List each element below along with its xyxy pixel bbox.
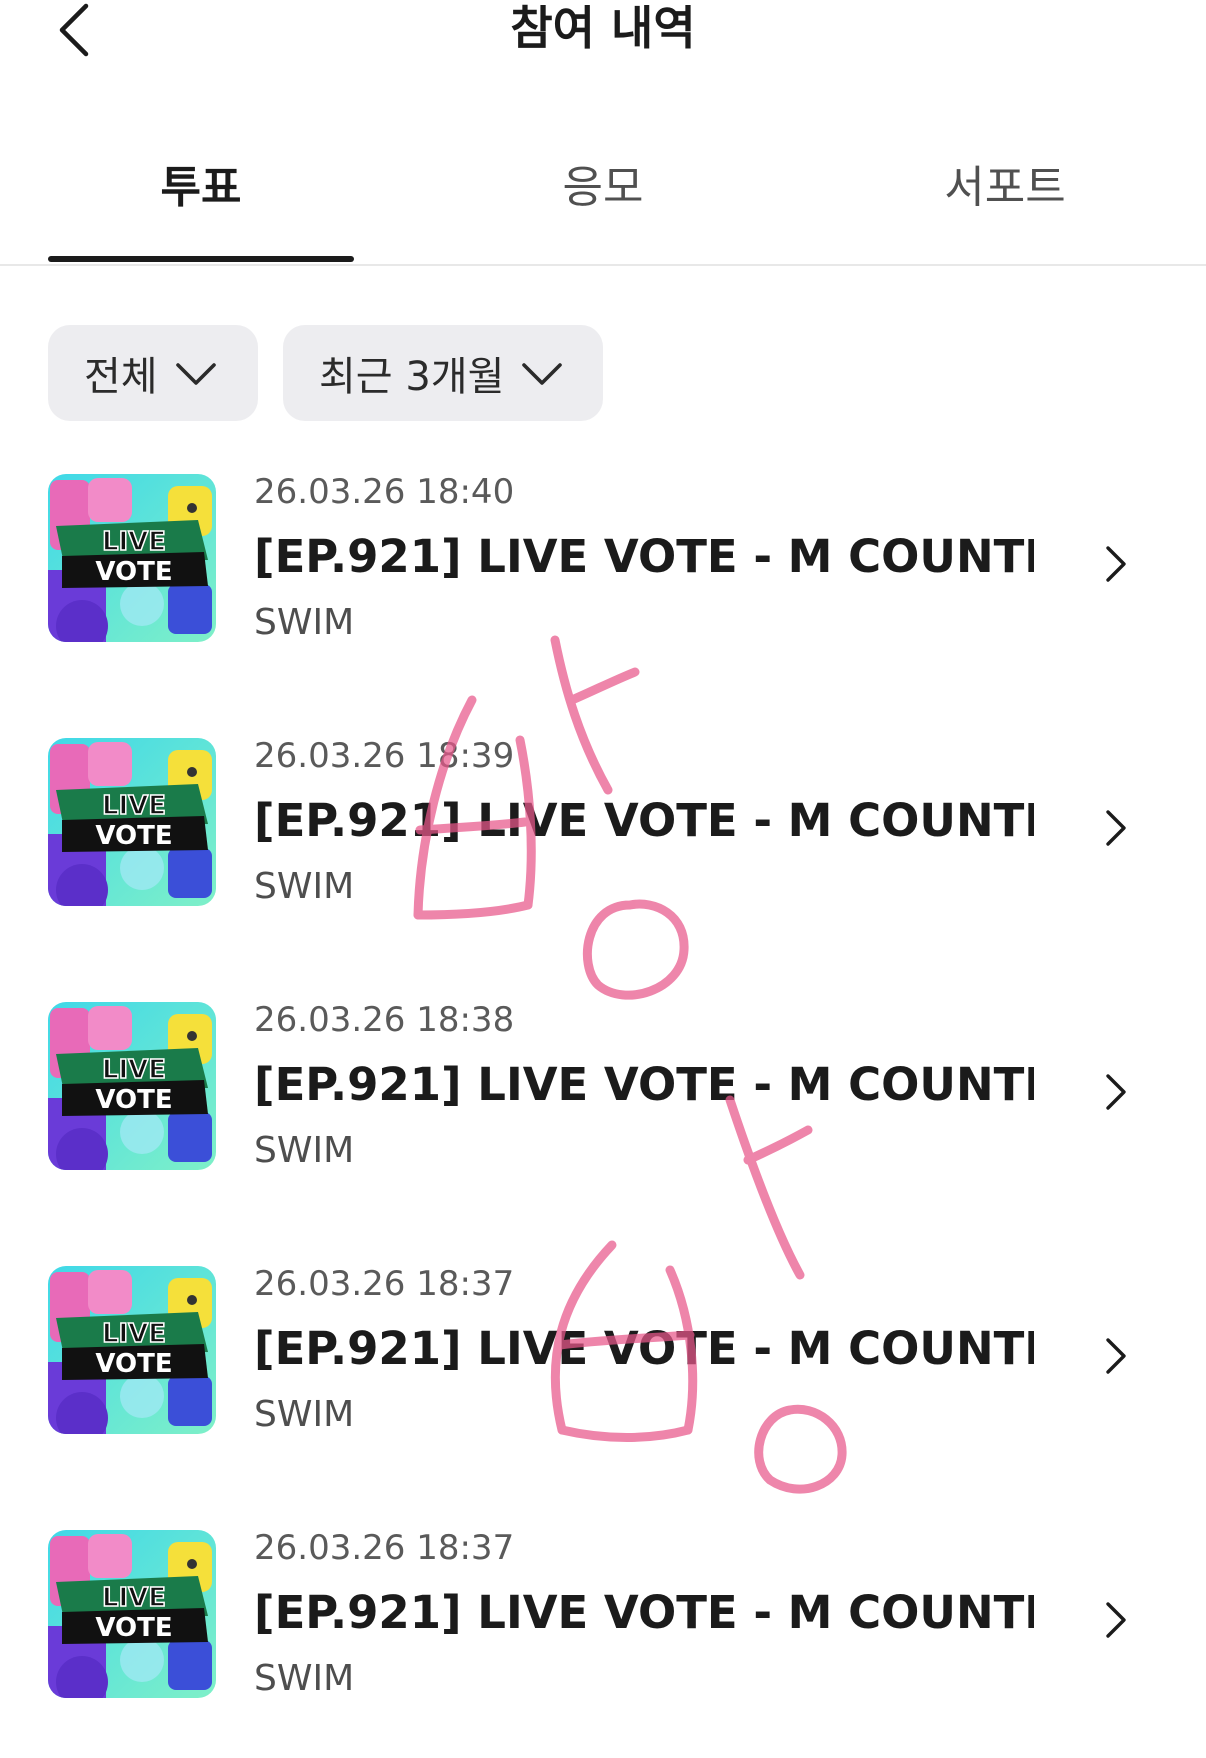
list-item[interactable]: LIVE VOTE 26.03.26 18:39 [EP.921] LIVE VO… [0, 734, 1206, 934]
chevron-right-icon [1106, 810, 1126, 846]
item-title: [EP.921] LIVE VOTE - M COUNTD... [254, 1058, 1034, 1111]
list-item[interactable]: LIVE VOTE 26.03.26 18:40 [EP.921] LIVE VO… [0, 470, 1206, 670]
tab-bar: 투표 응모 서포트 [0, 138, 1206, 266]
thumbnail-text-live: LIVE [102, 1583, 166, 1613]
thumbnail-text-vote: VOTE [95, 1613, 172, 1643]
item-title: [EP.921] LIVE VOTE - M COUNTD... [254, 1322, 1034, 1375]
tab-entry[interactable]: 응모 [402, 158, 804, 218]
item-date: 26.03.26 18:37 [254, 1264, 515, 1304]
chevron-right-icon [1106, 546, 1126, 582]
thumbnail-text-live: LIVE [102, 1319, 166, 1349]
live-vote-thumbnail: LIVE VOTE [48, 1266, 216, 1434]
live-vote-artwork: LIVEVOTE [48, 738, 216, 906]
period-filter-dropdown[interactable]: 최근 3개월 [283, 325, 603, 421]
live-vote-artwork: LIVEVOTE [48, 1002, 216, 1170]
chevron-right-icon [1106, 1338, 1126, 1374]
page-title: 참여 내역 [510, 1, 696, 55]
thumbnail-text-live: LIVE [102, 791, 166, 821]
header: 참여 내역 [0, 0, 1206, 100]
list-item[interactable]: LIVE VOTE 26.03.26 18:37 [EP.921] LIVE VO… [0, 1262, 1206, 1462]
item-subtitle: SWIM [254, 602, 355, 643]
item-subtitle: SWIM [254, 866, 355, 907]
item-title: [EP.921] LIVE VOTE - M COUNTD... [254, 794, 1034, 847]
live-vote-artwork: LIVEVOTE [48, 1530, 216, 1698]
item-date: 26.03.26 18:39 [254, 736, 515, 776]
chevron-right-icon [1106, 1602, 1126, 1638]
chevron-right-icon [1106, 1074, 1126, 1110]
item-date: 26.03.26 18:40 [254, 472, 515, 512]
item-title: [EP.921] LIVE VOTE - M COUNTD... [254, 1586, 1034, 1639]
live-vote-thumbnail: LIVE VOTE [48, 474, 216, 642]
live-vote-thumbnail: LIVE VOTE [48, 738, 216, 906]
thumbnail-text-vote: VOTE [95, 821, 172, 851]
item-subtitle: SWIM [254, 1130, 355, 1171]
chevron-down-icon [522, 363, 563, 385]
item-subtitle: SWIM [254, 1658, 355, 1699]
thumbnail-text-live: LIVE [102, 527, 166, 557]
item-date: 26.03.26 18:37 [254, 1528, 515, 1568]
live-vote-artwork: LIVEVOTE [48, 474, 216, 642]
category-filter-dropdown[interactable]: 전체 [48, 325, 258, 421]
thumbnail-text-vote: VOTE [95, 1349, 172, 1379]
tab-support[interactable]: 서포트 [804, 158, 1206, 218]
item-subtitle: SWIM [254, 1394, 355, 1435]
live-vote-thumbnail: LIVE VOTE [48, 1530, 216, 1698]
tab-vote[interactable]: 투표 [0, 158, 402, 218]
live-vote-artwork: LIVEVOTE [48, 1266, 216, 1434]
item-title: [EP.921] LIVE VOTE - M COUNTD... [254, 530, 1034, 583]
list-item[interactable]: LIVE VOTE 26.03.26 18:37 [EP.921] LIVE VO… [0, 1526, 1206, 1726]
category-filter-label: 전체 [84, 354, 158, 400]
period-filter-label: 최근 3개월 [319, 354, 505, 400]
thumbnail-text-vote: VOTE [95, 557, 172, 587]
list-item[interactable]: LIVE VOTE 26.03.26 18:38 [EP.921] LIVE VO… [0, 998, 1206, 1198]
chevron-down-icon [175, 363, 216, 385]
thumbnail-text-vote: VOTE [95, 1085, 172, 1115]
active-tab-indicator [48, 256, 354, 262]
live-vote-thumbnail: LIVE VOTE [48, 1002, 216, 1170]
item-date: 26.03.26 18:38 [254, 1000, 515, 1040]
thumbnail-text-live: LIVE [102, 1055, 166, 1085]
